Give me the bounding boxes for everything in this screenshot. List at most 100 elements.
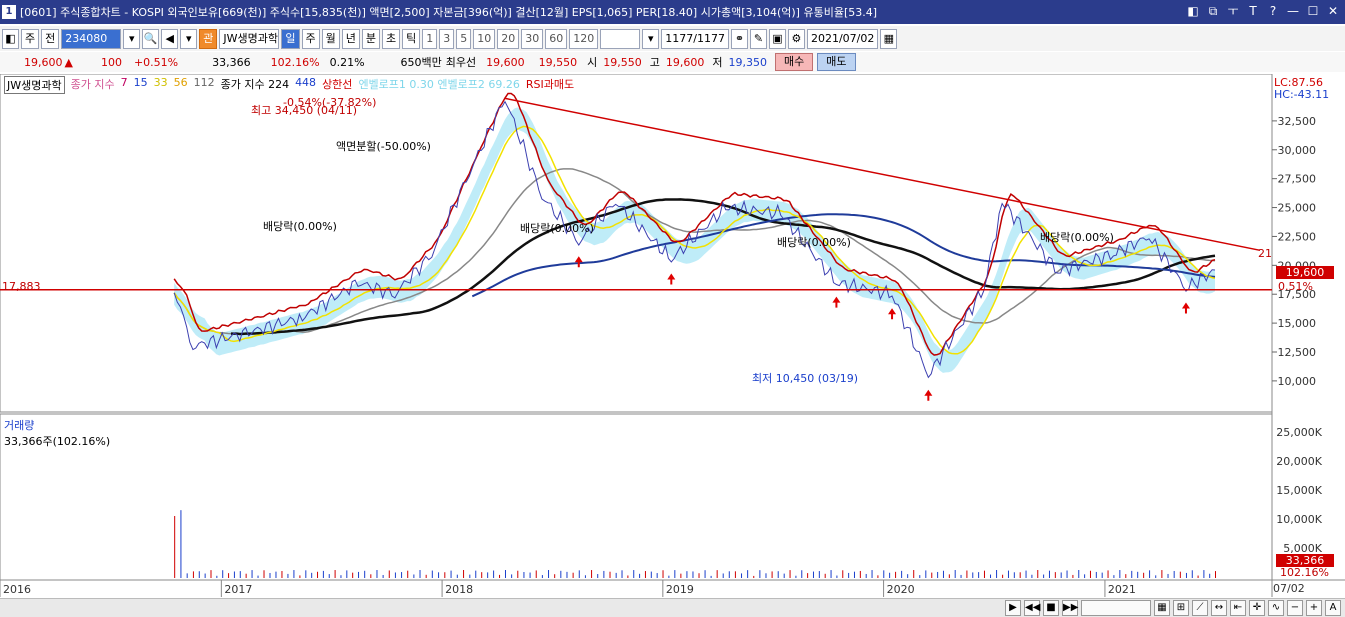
crosshair-icon[interactable]: ✛ xyxy=(1249,600,1265,616)
code-dropdown-icon[interactable]: ▾ xyxy=(123,28,141,49)
legend-envelope[interactable]: 엔벨로프1 0.30 엔벨로프2 69.26 xyxy=(358,76,519,94)
interval-30[interactable]: 30 xyxy=(521,28,544,49)
tab-year[interactable]: 년 xyxy=(341,28,360,49)
calendar-icon[interactable]: ▦ xyxy=(880,28,898,49)
dock-icon[interactable]: ◧ xyxy=(1185,3,1201,19)
buy-button[interactable]: 매수 xyxy=(775,53,814,71)
draw-icon[interactable]: ✎ xyxy=(749,28,767,49)
fast-forward-icon[interactable]: ▶▶ xyxy=(1062,600,1078,616)
current-price: 19,600 xyxy=(24,55,63,69)
volume-bar xyxy=(239,571,241,578)
prev-button[interactable]: 전 xyxy=(41,28,60,49)
volume-bar xyxy=(463,570,465,578)
tab-tick[interactable]: 틱 xyxy=(402,28,421,49)
layout-icon[interactable]: ▦ xyxy=(1154,600,1170,616)
stock-code-input[interactable]: 234080 xyxy=(61,28,122,49)
grid-icon[interactable]: ⊞ xyxy=(1173,600,1189,616)
auto-scale-icon[interactable]: A xyxy=(1325,600,1341,616)
volume-bar xyxy=(728,571,730,578)
volume-bar xyxy=(299,575,301,578)
custom-interval-input[interactable] xyxy=(600,28,641,49)
volume-bar xyxy=(650,571,652,578)
copy-window-icon[interactable]: ⧉ xyxy=(1205,3,1221,19)
pin-icon[interactable]: ㅜ xyxy=(1225,3,1241,19)
app-number: 1 xyxy=(2,5,16,19)
tab-day[interactable]: 일 xyxy=(281,28,300,49)
volume-bar xyxy=(257,575,259,578)
interval-1[interactable]: 1 xyxy=(422,28,438,49)
volume-bar xyxy=(972,572,974,578)
volume-bar xyxy=(475,570,477,578)
status-bar: ▶ ◀◀ ■ ▶▶ ▦ ⊞ ⟋ ↔ ⇤ ✛ ∿ − + A xyxy=(0,598,1345,617)
volume-bar xyxy=(401,572,403,578)
panel-toggle-icon[interactable]: ◧ xyxy=(2,28,19,49)
ruler-icon[interactable]: ↔ xyxy=(1211,600,1227,616)
scroll-right-icon[interactable]: ▶ xyxy=(1005,600,1021,616)
interval-3[interactable]: 3 xyxy=(439,28,455,49)
zoom-out-icon[interactable]: − xyxy=(1287,600,1303,616)
legend-upper[interactable]: 상한선 xyxy=(322,76,352,94)
volume-bar xyxy=(358,571,360,578)
stop-icon[interactable]: ■ xyxy=(1043,600,1059,616)
volume-bar xyxy=(609,571,611,578)
legend-ma2-label[interactable]: 종가 지수 224 xyxy=(221,76,289,94)
tab-minute[interactable]: 분 xyxy=(361,28,380,49)
tab-second[interactable]: 초 xyxy=(382,28,401,49)
volume-bar xyxy=(734,571,736,578)
interval-dropdown-icon[interactable]: ▾ xyxy=(642,28,660,49)
stock-name: JW생명과학 xyxy=(219,28,280,49)
interval-10[interactable]: 10 xyxy=(473,28,496,49)
minimize-icon[interactable]: — xyxy=(1285,3,1301,19)
volume-bar xyxy=(548,570,550,578)
interval-120[interactable]: 120 xyxy=(569,28,599,49)
date-input[interactable]: 2021/07/02 xyxy=(806,28,879,49)
help-icon[interactable]: ? xyxy=(1265,3,1281,19)
volume-title[interactable]: 거래량 xyxy=(4,417,110,433)
price-chart[interactable]: 32,50030,00027,50025,00022,50020,00017,5… xyxy=(0,73,1345,597)
volume-bar xyxy=(346,570,348,578)
rewind-icon[interactable]: ◀◀ xyxy=(1024,600,1040,616)
sell-button[interactable]: 매도 xyxy=(817,53,856,71)
volume-bar xyxy=(1185,572,1187,578)
wave-icon[interactable]: ∿ xyxy=(1268,600,1284,616)
volume-tick-label: 25,000K xyxy=(1276,426,1322,439)
gear-icon[interactable]: ⚙ xyxy=(787,28,805,49)
badge-gwan[interactable]: 관 xyxy=(199,28,218,49)
legend-rsi[interactable]: RSI과매도 xyxy=(526,76,574,94)
measure-icon[interactable]: ⇤ xyxy=(1230,600,1246,616)
draw-line-icon[interactable]: ⟋ xyxy=(1192,600,1208,616)
zoom-scrollbar[interactable] xyxy=(1081,600,1151,616)
chart-area[interactable]: 32,50030,00027,50025,00022,50020,00017,5… xyxy=(0,73,1345,597)
legend-ma-label[interactable]: 종가 지수 xyxy=(71,76,115,94)
volume-bar xyxy=(334,570,336,578)
tab-week[interactable]: 주 xyxy=(301,28,320,49)
time-tick-label: 2016 xyxy=(3,583,31,596)
volume-bar xyxy=(960,574,962,578)
font-icon[interactable]: T xyxy=(1245,3,1261,19)
search-icon[interactable]: 🔍 xyxy=(142,28,160,49)
volume-bar xyxy=(747,570,749,578)
volume-bar xyxy=(877,575,879,578)
volume-bar xyxy=(919,575,921,578)
interval-60[interactable]: 60 xyxy=(545,28,568,49)
menu-dropdown-icon[interactable]: ▾ xyxy=(180,28,198,49)
sound-icon[interactable]: ◀ xyxy=(161,28,179,49)
legend-stock[interactable]: JW생명과학 xyxy=(4,76,65,94)
interval-5[interactable]: 5 xyxy=(456,28,472,49)
volume-bar xyxy=(388,570,390,578)
zoom-in-icon[interactable]: + xyxy=(1306,600,1322,616)
link-icon[interactable]: ⚭ xyxy=(730,28,748,49)
type-select[interactable]: 주 xyxy=(21,28,40,49)
close-icon[interactable]: ✕ xyxy=(1325,3,1341,19)
volume-bar xyxy=(572,572,574,578)
save-icon[interactable]: ▣ xyxy=(768,28,786,49)
price-tick-label: 10,000 xyxy=(1278,375,1317,388)
interval-20[interactable]: 20 xyxy=(497,28,520,49)
maximize-icon[interactable]: ☐ xyxy=(1305,3,1321,19)
volume-bar xyxy=(1101,572,1103,578)
volume-bar xyxy=(317,571,319,578)
volume-bar xyxy=(942,570,944,578)
tab-month[interactable]: 월 xyxy=(321,28,340,49)
volume-bar xyxy=(1143,572,1145,578)
annotation-high-pct: -0.54%(-37.82%) xyxy=(283,96,377,109)
